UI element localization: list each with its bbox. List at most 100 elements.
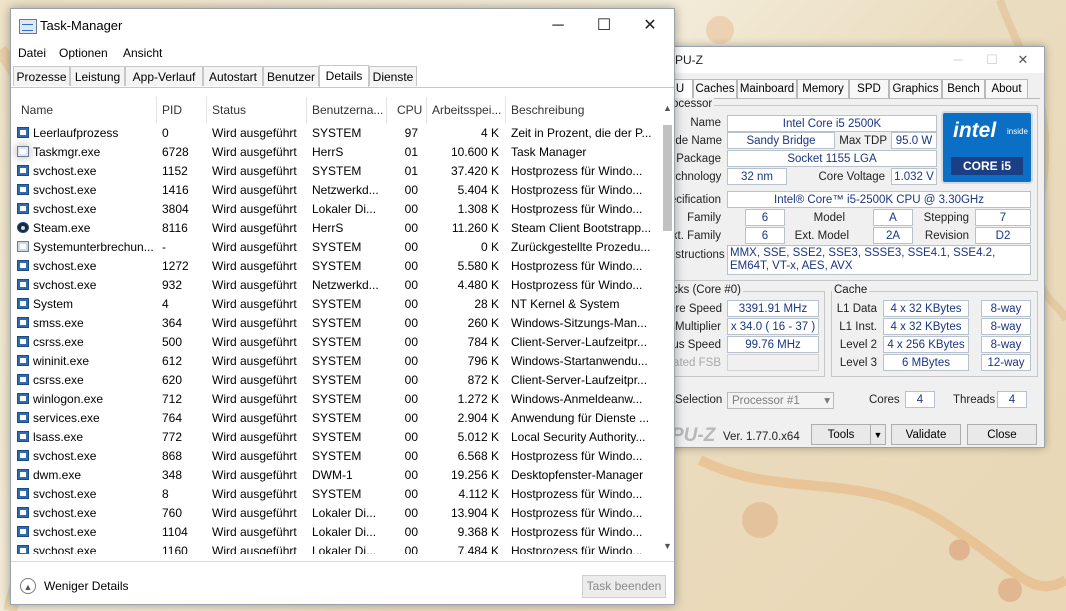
header-divider[interactable] (386, 97, 387, 123)
cpuz-title-bar[interactable]: PU-Z ─ ☐ ✕ (665, 47, 1044, 73)
cpuz-tab-bench[interactable]: Bench (942, 79, 985, 98)
table-row[interactable]: svchost.exe 1160 Wird ausgeführt Lokaler Di… (11, 542, 661, 554)
process-cpu: 00 (404, 316, 418, 330)
process-description: Desktopfenster-Manager (511, 468, 644, 482)
header-divider[interactable] (206, 97, 207, 123)
table-row[interactable]: services.exe 764 Wird ausgeführt SYSTEM 00 2.… (11, 409, 661, 428)
tools-button[interactable]: Tools (811, 424, 871, 445)
table-row[interactable]: Steam.exe 8116 Wird ausgeführt HerrS 00 11.26… (11, 219, 661, 238)
table-row[interactable]: dwm.exe 348 Wird ausgeführt DWM-1 00 19.256 K… (11, 466, 661, 485)
process-description: Hostprozess für Windo... (511, 183, 643, 197)
process-cpu: 00 (404, 335, 418, 349)
menu-optionen[interactable]: Optionen (59, 46, 108, 60)
table-row[interactable]: svchost.exe 3804 Wird ausgeführt Lokaler Di… (11, 200, 661, 219)
instructions-value: MMX, SSE, SSE2, SSE3, SSSE3, SSE4.1, SSE… (727, 245, 1031, 275)
tab-dienste[interactable]: Dienste (369, 66, 417, 86)
processor-selection-dropdown[interactable]: Processor #1 (727, 392, 834, 410)
tab-autostart[interactable]: Autostart (203, 66, 263, 86)
cores-value: 4 (905, 391, 935, 408)
cpuz-close-action-button[interactable]: Close (967, 424, 1037, 445)
cores-label: Cores (869, 394, 900, 406)
cpuz-tab-mainboard[interactable]: Mainboard (737, 79, 797, 98)
end-task-button[interactable]: Task beenden (582, 575, 666, 598)
table-row[interactable]: Systemunterbrechun... - Wird ausgeführt SYS… (11, 238, 661, 257)
table-row[interactable]: smss.exe 364 Wird ausgeführt SYSTEM 00 260 K W… (11, 314, 661, 333)
tools-dropdown-arrow-icon[interactable]: ▼ (870, 424, 886, 445)
header-name[interactable]: Name (21, 103, 53, 117)
table-row[interactable]: lsass.exe 772 Wird ausgeführt SYSTEM 00 5.012… (11, 428, 661, 447)
table-row[interactable]: svchost.exe 868 Wird ausgeführt SYSTEM 00 6.5… (11, 447, 661, 466)
vertical-scrollbar[interactable]: ▲ ▼ (661, 99, 674, 554)
table-row[interactable]: svchost.exe 1104 Wird ausgeführt Lokaler Di… (11, 523, 661, 542)
service-host-icon (17, 507, 29, 518)
process-cpu: 01 (404, 164, 418, 178)
close-button[interactable]: ✕ (627, 9, 673, 43)
header-username[interactable]: Benutzerna... (312, 103, 383, 117)
cpuz-tab-spd[interactable]: SPD (849, 79, 889, 98)
rated-fsb-value (727, 354, 819, 371)
process-memory: 1.308 K (457, 202, 499, 216)
table-row[interactable]: csrss.exe 500 Wird ausgeführt SYSTEM 00 784 K… (11, 333, 661, 352)
cpuz-tab-memory[interactable]: Memory (797, 79, 849, 98)
scrollbar-thumb[interactable] (663, 125, 672, 231)
process-status: Wird ausgeführt (212, 525, 297, 539)
table-row[interactable]: csrss.exe 620 Wird ausgeführt SYSTEM 00 872 K… (11, 371, 661, 390)
table-row[interactable]: Taskmgr.exe 6728 Wird ausgeführt HerrS 01 10.… (11, 143, 661, 162)
header-divider[interactable] (156, 97, 157, 123)
tab-benutzer[interactable]: Benutzer (263, 66, 319, 86)
table-row[interactable]: Leerlaufprozess 0 Wird ausgeführt SYSTEM 97 4… (11, 124, 661, 143)
header-cpu[interactable]: CPU (397, 103, 422, 117)
menu-datei[interactable]: Datei (18, 46, 46, 60)
header-divider[interactable] (306, 97, 307, 123)
maximize-button[interactable]: ☐ (581, 9, 627, 43)
process-memory: 784 K (467, 335, 499, 349)
table-row[interactable]: svchost.exe 1272 Wird ausgeführt SYSTEM 00 5.… (11, 257, 661, 276)
cpuz-minimize-button[interactable]: ─ (941, 47, 975, 73)
process-icon (17, 431, 29, 442)
scroll-down-arrow-icon[interactable]: ▼ (661, 539, 674, 553)
ext-family-value: 6 (745, 227, 785, 244)
header-pid[interactable]: PID (162, 103, 182, 117)
process-description: Local Security Authority... (511, 430, 646, 444)
process-memory: 4.112 K (458, 487, 499, 501)
title-bar[interactable]: Task-Manager ─ ☐ ✕ (11, 9, 674, 43)
cpuz-maximize-button[interactable]: ☐ (975, 47, 1009, 73)
scroll-up-arrow-icon[interactable]: ▲ (661, 101, 674, 115)
process-status: Wird ausgeführt (212, 183, 297, 197)
cpuz-close-button[interactable]: ✕ (1006, 47, 1040, 73)
table-row[interactable]: wininit.exe 612 Wird ausgeführt SYSTEM 00 796… (11, 352, 661, 371)
table-row[interactable]: svchost.exe 8 Wird ausgeführt SYSTEM 00 4.112… (11, 485, 661, 504)
tab-leistung[interactable]: Leistung (70, 66, 125, 86)
process-memory: 0 K (480, 240, 499, 254)
table-row[interactable]: winlogon.exe 712 Wird ausgeführt SYSTEM 00 1.… (11, 390, 661, 409)
table-row[interactable]: System 4 Wird ausgeführt SYSTEM 00 28 K NT Ker… (11, 295, 661, 314)
header-divider[interactable] (505, 97, 506, 123)
header-working-set[interactable]: Arbeitsspei... (432, 103, 501, 117)
fewer-details-link[interactable]: Weniger Details (44, 579, 128, 593)
tab-app-verlauf[interactable]: App-Verlauf (125, 66, 203, 86)
table-row[interactable]: svchost.exe 932 Wird ausgeführt Netzwerkd..… (11, 276, 661, 295)
process-cpu: 00 (404, 411, 418, 425)
process-status: Wird ausgeführt (212, 354, 297, 368)
validate-button[interactable]: Validate (891, 424, 961, 445)
table-row[interactable]: svchost.exe 1152 Wird ausgeführt SYSTEM 01 37… (11, 162, 661, 181)
tab-details[interactable]: Details (319, 65, 369, 87)
table-row[interactable]: svchost.exe 760 Wird ausgeführt Lokaler Di.… (11, 504, 661, 523)
cpuz-tab-graphics[interactable]: Graphics (889, 79, 942, 98)
process-status: Wird ausgeführt (212, 221, 297, 235)
cpuz-tab-caches[interactable]: Caches (693, 79, 737, 98)
table-row[interactable]: svchost.exe 1416 Wird ausgeführt Netzwerkd.… (11, 181, 661, 200)
tab-prozesse[interactable]: Prozesse (13, 66, 70, 86)
header-description[interactable]: Beschreibung (511, 103, 584, 117)
process-memory: 5.404 K (457, 183, 499, 197)
chevron-up-icon[interactable]: ▲ (20, 578, 36, 594)
minimize-button[interactable]: ─ (535, 9, 581, 43)
menu-ansicht[interactable]: Ansicht (123, 46, 162, 60)
process-memory: 10.600 K (450, 145, 499, 159)
process-memory: 5.580 K (457, 259, 499, 273)
process-name: svchost.exe (33, 525, 97, 539)
header-divider[interactable] (426, 97, 427, 123)
cpuz-tab-about[interactable]: About (985, 79, 1028, 98)
header-status[interactable]: Status (212, 103, 246, 117)
process-cpu: 00 (404, 259, 418, 273)
